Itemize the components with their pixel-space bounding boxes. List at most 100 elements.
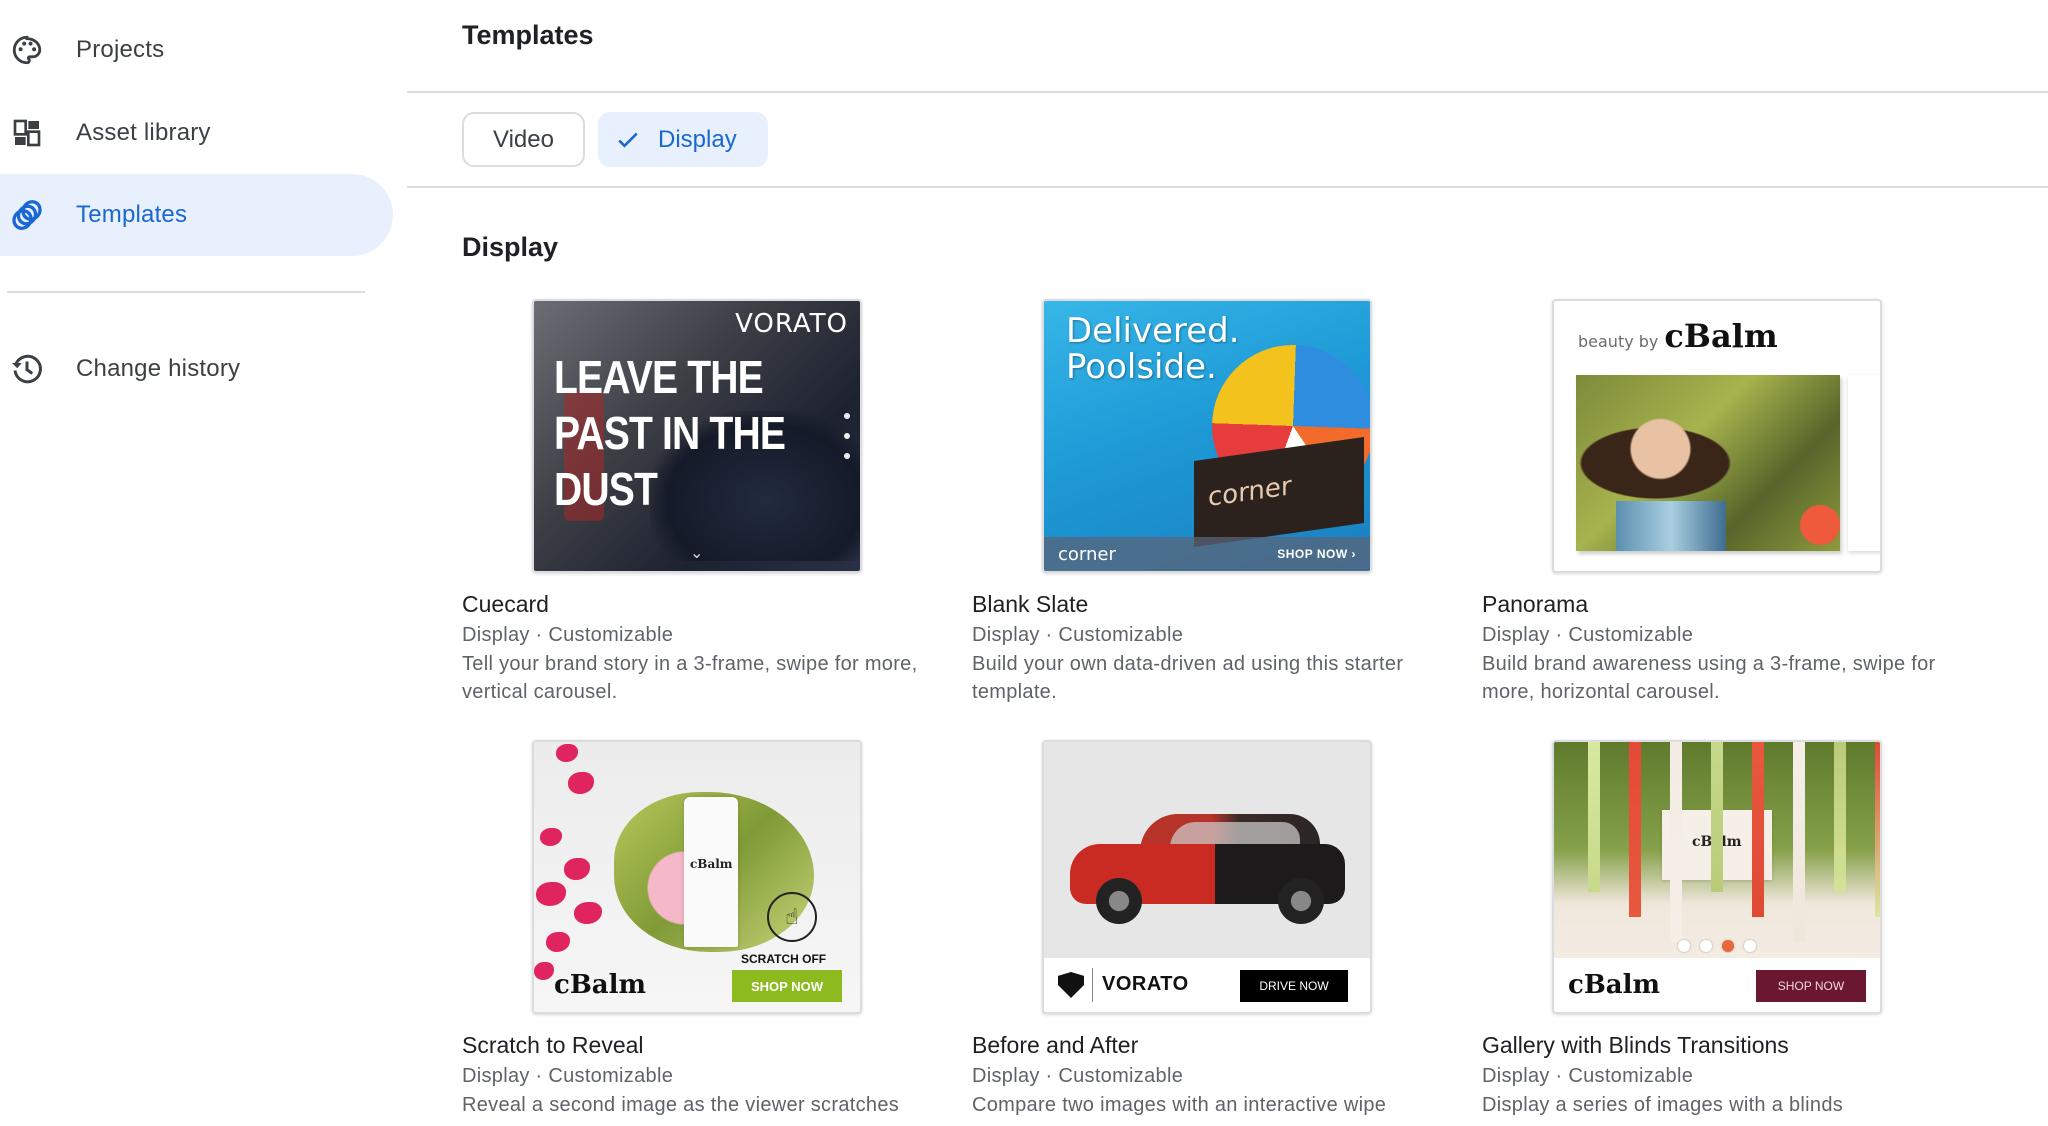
sidebar-item-label: Templates	[76, 201, 188, 228]
history-icon	[8, 350, 46, 388]
carousel-dots	[844, 413, 850, 459]
car-wheel	[1278, 878, 1324, 924]
blind-stripe	[1629, 742, 1641, 917]
template-thumbnail[interactable]: VORATO LEAVE THE PAST IN THE DUST ⌄	[532, 299, 862, 573]
chevron-down-icon: ⌄	[690, 545, 704, 562]
thumbnail-cta: SHOP NOW	[1756, 970, 1866, 1002]
card-description: Build your own data-driven ad using this…	[972, 653, 1404, 703]
next-frame-peek	[1848, 375, 1880, 551]
card-meta: Display · Customizable	[972, 1065, 1184, 1087]
thumbnail-brand: VORATO	[735, 309, 848, 339]
filter-chip-video[interactable]: Video	[462, 112, 585, 167]
headline-line: Delivered.	[1066, 311, 1240, 351]
thumbnail-cta: SHOP NOW ›	[1277, 547, 1356, 561]
page-title: Templates	[462, 20, 594, 50]
petal-shape	[540, 828, 562, 846]
card-description: Tell your brand story in a 3-frame, swip…	[462, 653, 918, 703]
card-title: Panorama	[1482, 591, 1589, 617]
chip-label: Display	[658, 125, 737, 153]
card-meta: Display · Customizable	[1482, 624, 1694, 646]
filter-divider	[407, 186, 2048, 188]
template-thumbnail[interactable]: beauty by cBalm	[1552, 299, 1882, 573]
templates-rings-icon	[8, 196, 46, 234]
thumbnail-headline: LEAVE THE PAST IN THE DUST	[554, 349, 786, 517]
tube-label: cBalm	[690, 857, 733, 871]
product-tube: cBalm	[684, 797, 738, 947]
scratch-hint: SCRATCH OFF	[741, 952, 827, 966]
blind-stripe	[1752, 742, 1764, 917]
petal-shape	[564, 858, 590, 880]
thumbnail-cta: DRIVE NOW	[1240, 970, 1348, 1002]
sidebar: Projects Asset library Templates Change …	[0, 0, 400, 1126]
carousel-dot[interactable]	[1678, 940, 1690, 952]
template-thumbnail[interactable]: cBalm cBalm SHOP NOW	[1552, 740, 1882, 1014]
thumbnail-footer: corner SHOP NOW ›	[1044, 537, 1370, 571]
main-content: Templates Video Display Display VORATO L…	[407, 0, 2048, 1126]
card-description: Build brand awareness using a 3-frame, s…	[1482, 653, 1936, 703]
car-wheel	[1096, 878, 1142, 924]
car-part	[1070, 844, 1215, 904]
header-divider	[407, 91, 2048, 93]
sidebar-item-projects[interactable]: Projects	[0, 9, 393, 91]
carousel-dot[interactable]	[1744, 940, 1756, 952]
template-thumbnail[interactable]: VORATO DRIVE NOW	[1042, 740, 1372, 1014]
card-meta: Display · Customizable	[462, 1065, 674, 1087]
thumbnail-cta: SHOP NOW	[732, 970, 842, 1002]
filter-chip-display[interactable]: Display	[598, 112, 768, 167]
section-title: Display	[462, 232, 559, 262]
sidebar-item-templates[interactable]: Templates	[0, 174, 393, 256]
petal-shape	[568, 772, 594, 794]
carousel-dots	[1678, 940, 1756, 952]
petal-shape	[546, 932, 570, 952]
card-title: Blank Slate	[972, 591, 1089, 617]
thumbnail-footer: VORATO DRIVE NOW	[1044, 958, 1370, 1012]
dashboard-icon	[8, 114, 46, 152]
swipe-hand-icon: ☝	[767, 892, 817, 942]
check-icon	[618, 132, 638, 148]
thumbnail-brand: corner	[1058, 543, 1116, 565]
petal-shape	[556, 744, 578, 762]
vorato-logo-icon	[1058, 972, 1084, 998]
blind-stripe	[1875, 742, 1880, 917]
card-description: Display a series of images with a blinds	[1482, 1094, 1844, 1116]
petal-shape	[534, 962, 554, 980]
blind-stripe	[1793, 742, 1805, 942]
petal-shape	[536, 882, 566, 906]
carousel-dot[interactable]	[1700, 940, 1712, 952]
card-title: Cuecard	[462, 591, 549, 617]
thumbnail-headline: Delivered. Poolside.	[1066, 313, 1240, 385]
thumbnail-brand: cBalm	[554, 970, 647, 1000]
template-thumbnail[interactable]: Delivered. Poolside. corner corner SHOP …	[1042, 299, 1372, 573]
sidebar-item-label: Projects	[76, 36, 165, 63]
thumbnail-brand: cBalm	[1568, 970, 1661, 1000]
palette-icon	[8, 31, 46, 69]
headline-line: LEAVE THE	[554, 351, 764, 403]
card-description: Compare two images with an interactive w…	[972, 1094, 1387, 1116]
headline-line: PAST IN THE	[554, 407, 786, 459]
headline-line: Poolside.	[1066, 347, 1217, 387]
template-thumbnail[interactable]: cBalm ☝ SCRATCH OFF cBalm SHOP NOW	[532, 740, 862, 1014]
sidebar-item-asset-library[interactable]: Asset library	[0, 92, 393, 174]
model-photo	[1576, 375, 1840, 551]
blind-stripe	[1588, 742, 1600, 892]
thumbnail-footer: cBalm SHOP NOW	[1554, 958, 1880, 1012]
sidebar-item-change-history[interactable]: Change history	[0, 328, 393, 410]
photo-detail	[1616, 501, 1726, 551]
sidebar-divider	[7, 291, 365, 293]
carousel-dot[interactable]	[1722, 940, 1734, 952]
card-meta: Display · Customizable	[1482, 1065, 1694, 1087]
card-title: Before and After	[972, 1032, 1139, 1058]
brand-logo: cBalm	[1664, 317, 1778, 355]
photo-detail	[1800, 505, 1840, 545]
brand-prefix: beauty by	[1578, 332, 1659, 351]
car-image	[1070, 814, 1346, 924]
petal-shape	[574, 902, 602, 924]
chip-label: Video	[493, 125, 554, 153]
card-meta: Display · Customizable	[462, 624, 674, 646]
sidebar-item-label: Change history	[76, 355, 241, 382]
card-title: Gallery with Blinds Transitions	[1482, 1032, 1789, 1058]
card-title: Scratch to Reveal	[462, 1032, 644, 1058]
blind-stripe	[1834, 742, 1846, 892]
thumbnail-brand: VORATO	[1102, 973, 1189, 995]
sidebar-item-label: Asset library	[76, 119, 211, 146]
